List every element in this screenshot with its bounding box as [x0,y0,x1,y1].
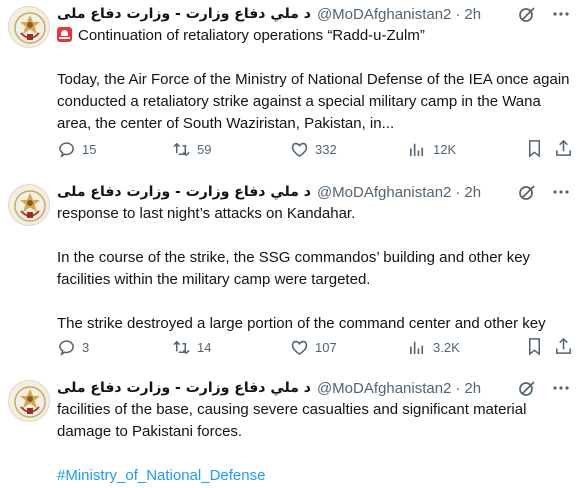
like-icon [291,340,308,355]
tweet-line: response to last night’s attacks on Kand… [57,205,356,222]
separator-dot: · [455,379,461,397]
emblem-icon [9,381,50,422]
separator-dot: · [455,183,461,201]
author-name[interactable]: د ملي دفاع وزارت - وزارت دفاع ملی [57,184,311,200]
repost-count: 14 [197,339,212,355]
tweet-text: Continuation of retaliatory operations “… [57,25,572,135]
reply-count: 3 [82,339,90,355]
bookmark-icon[interactable] [525,139,544,163]
hashtag-link[interactable]: #Ministry_of_National_Defense [57,467,265,484]
author-handle[interactable]: @MoDAfghanistan2 [317,380,451,397]
action-bar: 15 59 332 12K [57,138,572,160]
author-handle[interactable]: @MoDAfghanistan2 [317,184,451,201]
author-name[interactable]: د ملي دفاع وزارت - وزارت دفاع ملی [57,380,311,396]
timestamp[interactable]: 2h [464,184,481,201]
tweet-header: د ملي دفاع وزارت - وزارت دفاع ملی @MoDAf… [57,3,572,25]
like-icon [291,142,308,157]
avatar[interactable] [8,380,50,422]
reply-count: 15 [82,141,97,157]
views-icon [410,341,424,354]
views-button[interactable]: 3.2K [408,338,460,357]
tweet-header: د ملي دفاع وزارت - وزارت دفاع ملی @MoDAf… [57,377,572,399]
repost-count: 59 [197,141,212,157]
author-name[interactable]: د ملي دفاع وزارت - وزارت دفاع ملی [57,6,311,22]
tweet[interactable]: د ملي دفاع وزارت - وزارت دفاع ملی @MoDAf… [0,3,584,168]
avatar[interactable] [8,184,50,226]
like-count: 107 [315,339,337,355]
repost-icon [173,142,190,156]
tweet-paragraph: Today, the Air Force of the Ministry of … [57,71,570,132]
timestamp[interactable]: 2h [464,6,481,23]
more-icon[interactable] [552,183,570,201]
repost-button[interactable]: 59 [172,140,211,159]
author-handle[interactable]: @MoDAfghanistan2 [317,6,451,23]
tweet-paragraph: The strike destroyed a large portion of … [57,315,546,332]
reply-button[interactable]: 3 [57,338,89,357]
tweet-line: Continuation of retaliatory operations “… [78,27,425,44]
grok-icon[interactable] [518,379,536,397]
share-icon[interactable] [554,337,573,361]
action-bar: 3 14 107 3.2K [57,336,572,358]
emblem-icon [9,185,50,226]
like-count: 332 [315,141,337,157]
tweet-text: response to last night’s attacks on Kand… [57,203,572,335]
like-button[interactable]: 332 [290,140,337,159]
more-icon[interactable] [552,5,570,23]
bookmark-icon[interactable] [525,337,544,361]
reply-icon [59,339,74,356]
view-count: 12K [433,141,457,157]
timestamp[interactable]: 2h [464,380,481,397]
more-icon[interactable] [552,379,570,397]
reply-button[interactable]: 15 [57,140,96,159]
share-icon[interactable] [554,139,573,163]
tweet-paragraph: facilities of the base, causing severe c… [57,401,527,440]
view-count: 3.2K [433,339,460,355]
views-icon [410,143,424,156]
separator-dot: · [455,5,461,23]
emblem-icon [9,7,50,48]
tweet-paragraph: In the course of the strike, the SSG com… [57,249,531,288]
repost-icon [173,340,190,354]
tweet-header: د ملي دفاع وزارت - وزارت دفاع ملی @MoDAf… [57,181,572,203]
tweet[interactable]: د ملي دفاع وزارت - وزارت دفاع ملی @MoDAf… [0,377,584,488]
tweet[interactable]: د ملي دفاع وزارت - وزارت دفاع ملی @MoDAf… [0,181,584,366]
repost-button[interactable]: 14 [172,338,211,357]
tweet-text: facilities of the base, causing severe c… [57,399,572,487]
grok-icon[interactable] [518,5,536,23]
avatar[interactable] [8,6,50,48]
like-button[interactable]: 107 [290,338,337,357]
grok-icon[interactable] [518,183,536,201]
alert-icon [57,27,72,42]
reply-icon [59,141,74,158]
views-button[interactable]: 12K [408,140,456,159]
